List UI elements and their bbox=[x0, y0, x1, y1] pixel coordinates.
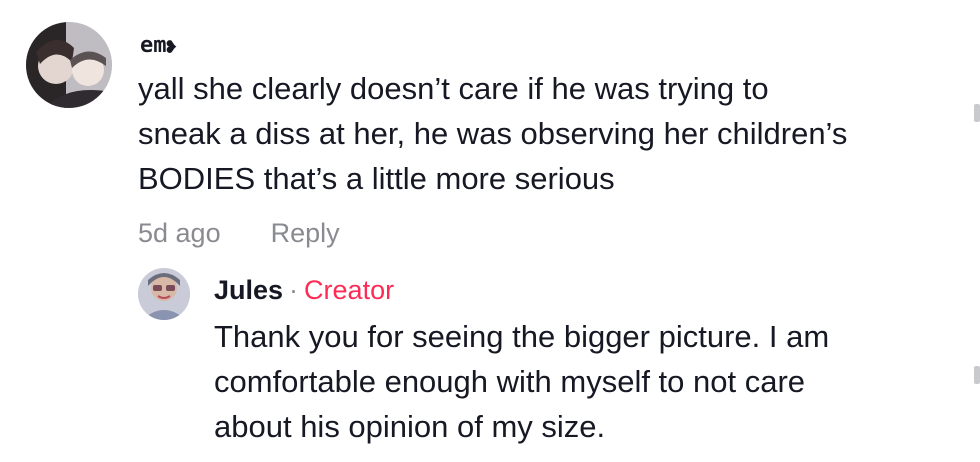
user-photo-icon bbox=[26, 22, 112, 108]
comment-meta: 5d ago Reply bbox=[138, 214, 340, 252]
username-text: em bbox=[140, 33, 167, 58]
creator-photo-icon bbox=[138, 268, 190, 320]
reply-avatar[interactable] bbox=[138, 268, 190, 320]
comment-timestamp: 5d ago bbox=[138, 218, 221, 248]
creator-badge: Creator bbox=[304, 275, 395, 305]
reply-button[interactable]: Reply bbox=[271, 214, 340, 252]
like-button-edge[interactable] bbox=[974, 104, 980, 122]
reply-text: Thank you for seeing the bigger picture.… bbox=[214, 319, 830, 444]
comment-thread: em ❥ yall she clearly doesn’t care if he… bbox=[0, 0, 980, 462]
black-heart-icon: ❥ bbox=[165, 34, 178, 58]
comment-text: yall she clearly doesn’t care if he was … bbox=[138, 71, 848, 196]
reply-header: Jules · Creator bbox=[214, 272, 394, 308]
avatar[interactable] bbox=[26, 22, 112, 108]
separator-dot: · bbox=[289, 275, 299, 305]
reply-username[interactable]: Jules bbox=[214, 272, 283, 308]
reply-like-button-edge[interactable] bbox=[974, 366, 980, 384]
comment-username[interactable]: em ❥ bbox=[140, 32, 178, 60]
